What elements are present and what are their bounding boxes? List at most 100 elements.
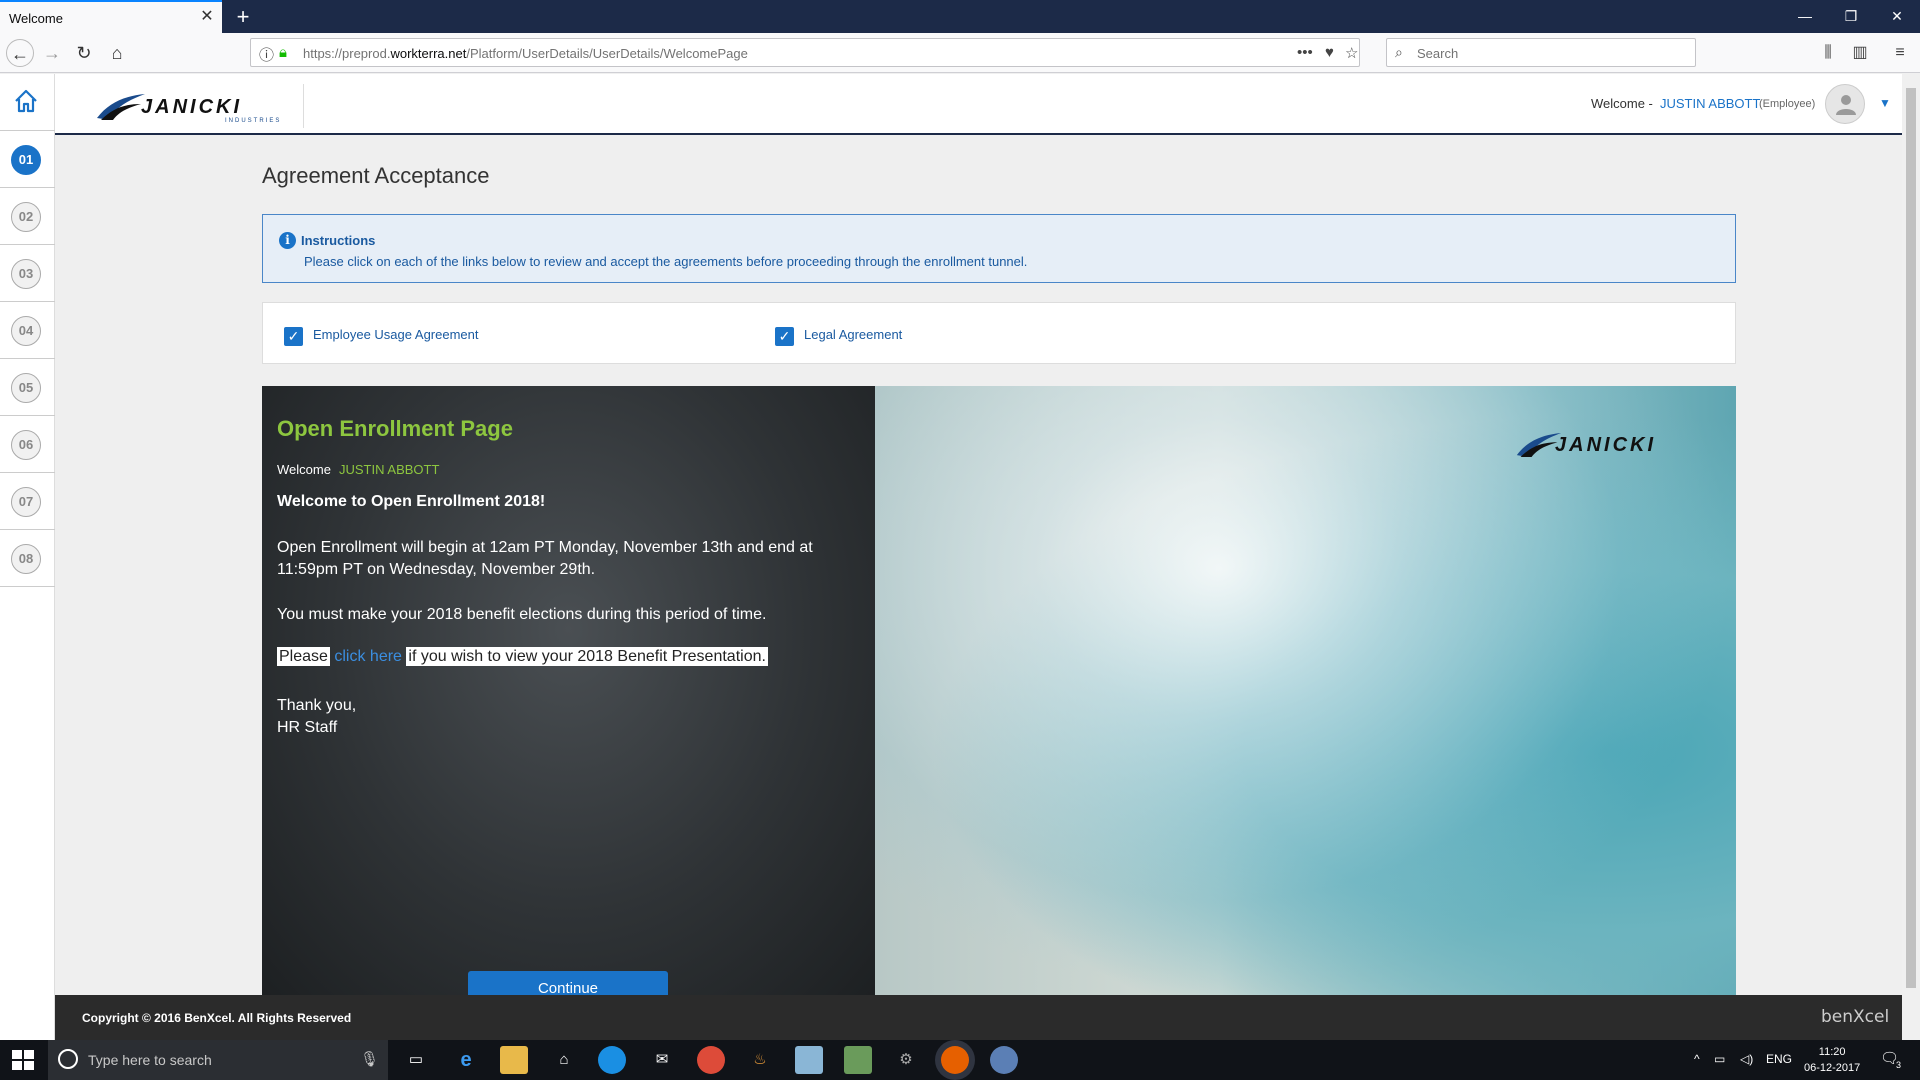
task-view-icon[interactable]: ▭ — [402, 1046, 430, 1074]
step-item[interactable]: 05 — [0, 359, 55, 416]
scrollbar-thumb[interactable] — [1906, 88, 1916, 988]
banner-text-panel: Open Enrollment Page Welcome JUSTIN ABBO… — [262, 386, 875, 995]
pocket-icon[interactable]: ♥ — [1325, 44, 1334, 61]
firefox-icon[interactable] — [941, 1046, 969, 1074]
banner-dates-text: Open Enrollment will begin at 12am PT Mo… — [277, 539, 813, 578]
chrome-icon[interactable] — [697, 1046, 725, 1074]
mail-icon[interactable]: ✉ — [648, 1046, 676, 1074]
taskbar: Type here to search 🎙︎ ▭ e ⌂ ✉ ♨ ⚙ ^ ▭ ◁… — [0, 1040, 1920, 1080]
info-icon[interactable]: ⓘ — [259, 44, 274, 65]
home-nav-icon[interactable] — [13, 88, 39, 114]
page-scrollbar[interactable] — [1902, 74, 1920, 1040]
presentation-text: if you wish to view your 2018 Benefit Pr… — [406, 647, 768, 666]
url-text: https://preprod.workterra.net/Platform/U… — [303, 46, 748, 61]
language-indicator[interactable]: ENG — [1766, 1052, 1792, 1066]
page-actions-icon[interactable]: ••• — [1297, 44, 1313, 61]
home-step[interactable] — [0, 74, 55, 131]
home-icon[interactable]: ⌂ — [103, 39, 131, 67]
employee-usage-agreement-link[interactable]: Employee Usage Agreement — [313, 327, 478, 342]
welcome-label: Welcome - — [1591, 96, 1653, 111]
library-icon[interactable]: ⫼ — [1816, 41, 1840, 65]
hr-staff-text: HR Staff — [277, 719, 338, 736]
close-tab-icon[interactable]: ✕ — [198, 8, 216, 26]
windows-start-icon[interactable] — [12, 1050, 34, 1070]
browser-titlebar: Welcome ✕ + — ❐ ✕ — [0, 0, 1920, 33]
copyright-text: Copyright © 2016 BenXcel. All Rights Res… — [82, 1011, 352, 1025]
page-title: Agreement Acceptance — [262, 163, 490, 188]
chevron-down-icon[interactable]: ▼ — [1879, 96, 1891, 110]
checkbox-employee-usage[interactable]: ✓ — [284, 327, 303, 346]
banner-signoff: Thank you, HR Staff — [277, 695, 356, 739]
user-name[interactable]: JUSTIN ABBOTT — [1660, 96, 1760, 111]
clock-date: 06-12-2017 — [1804, 1062, 1861, 1074]
app-header: JANICKI INDUSTRIES Welcome - JUSTIN ABBO… — [55, 74, 1902, 135]
new-tab-icon[interactable]: + — [230, 4, 256, 30]
banner-user-name: JUSTIN ABBOTT — [339, 462, 440, 477]
forward-icon[interactable]: → — [38, 39, 66, 67]
main-content: Agreement Acceptance i Instructions Plea… — [55, 135, 1902, 995]
browser-navbar: ← → ↻ ⌂ ⓘ 🔒︎ https://preprod.workterra.n… — [0, 33, 1920, 73]
banner-welcome: Welcome — [277, 462, 331, 477]
sidebar-icon[interactable]: ▥ — [1848, 41, 1872, 65]
browser-tab[interactable]: Welcome ✕ — [0, 0, 222, 33]
reload-icon[interactable]: ↻ — [70, 39, 98, 67]
app-icon-tools[interactable]: ⚙ — [892, 1046, 920, 1074]
app-icon-flame[interactable]: ♨ — [746, 1046, 774, 1074]
cortana-icon — [58, 1049, 78, 1069]
info-icon: i — [279, 232, 296, 249]
instructions-box: i Instructions Please click on each of t… — [262, 214, 1736, 283]
step-rail: 01 02 03 04 05 06 07 08 — [0, 74, 55, 1040]
window-close-icon[interactable]: ✕ — [1874, 0, 1920, 33]
app-icon-notes[interactable] — [795, 1046, 823, 1074]
step-number: 07 — [11, 487, 41, 517]
menu-icon[interactable]: ≡ — [1888, 41, 1912, 65]
network-icon[interactable]: ▭ — [1714, 1052, 1725, 1066]
edge-icon[interactable]: e — [452, 1046, 480, 1074]
step-number: 01 — [11, 145, 41, 175]
file-explorer-icon[interactable] — [500, 1046, 528, 1074]
minimize-icon[interactable]: — — [1782, 0, 1828, 33]
enrollment-banner: Open Enrollment Page Welcome JUSTIN ABBO… — [262, 386, 1736, 995]
step-item[interactable]: 06 — [0, 416, 55, 473]
user-icon — [1836, 95, 1856, 115]
continue-button[interactable]: Continue — [468, 971, 668, 995]
microphone-icon[interactable]: 🎙︎ — [360, 1050, 379, 1068]
store-icon[interactable]: ⌂ — [550, 1046, 578, 1074]
search-placeholder: Search — [1417, 46, 1459, 61]
url-bar[interactable]: ⓘ 🔒︎ https://preprod.workterra.net/Platf… — [250, 38, 1360, 67]
step-item[interactable]: 03 — [0, 245, 55, 302]
banner-image: JANICKI — [875, 386, 1736, 995]
step-item[interactable]: 07 — [0, 473, 55, 530]
app-icon-sheet[interactable] — [844, 1046, 872, 1074]
step-number: 02 — [11, 202, 41, 232]
checkbox-legal[interactable]: ✓ — [775, 327, 794, 346]
tray-chevron-icon[interactable]: ^ — [1694, 1052, 1700, 1066]
step-item[interactable]: 08 — [0, 530, 55, 587]
clock[interactable]: 11:20 06-12-2017 — [1804, 1044, 1860, 1076]
logo-swoosh-icon — [97, 94, 145, 120]
banner-elections-text: You must make your 2018 benefit election… — [277, 606, 767, 623]
step-item[interactable]: 04 — [0, 302, 55, 359]
search-input[interactable]: ⌕ Search — [1386, 38, 1696, 67]
banner-logo-text: JANICKI — [1555, 434, 1657, 456]
clock-time: 11:20 — [1818, 1046, 1846, 1058]
restore-icon[interactable]: ❐ — [1828, 0, 1874, 33]
avatar[interactable] — [1825, 84, 1865, 124]
legal-agreement-link[interactable]: Legal Agreement — [804, 327, 902, 342]
search-icon: ⌕ — [1395, 44, 1403, 60]
taskbar-search-input[interactable]: Type here to search 🎙︎ — [48, 1040, 388, 1080]
agreements-panel: ✓ Employee Usage Agreement ✓ Legal Agree… — [262, 302, 1736, 364]
step-number: 08 — [11, 544, 41, 574]
click-here-link[interactable]: click here — [334, 648, 402, 665]
bookmark-star-icon[interactable]: ☆ — [1345, 44, 1358, 62]
app-icon-globe[interactable] — [990, 1046, 1018, 1074]
step-item[interactable]: 01 — [0, 131, 55, 188]
step-item[interactable]: 02 — [0, 188, 55, 245]
company-logo[interactable]: JANICKI INDUSTRIES — [95, 86, 305, 126]
logo-subtext: INDUSTRIES — [225, 118, 282, 124]
app-icon-blue[interactable] — [598, 1046, 626, 1074]
banner-title: Open Enrollment Page — [277, 416, 513, 441]
back-icon[interactable]: ← — [6, 39, 34, 67]
step-number: 03 — [11, 259, 41, 289]
volume-icon[interactable]: ◁) — [1740, 1052, 1753, 1066]
